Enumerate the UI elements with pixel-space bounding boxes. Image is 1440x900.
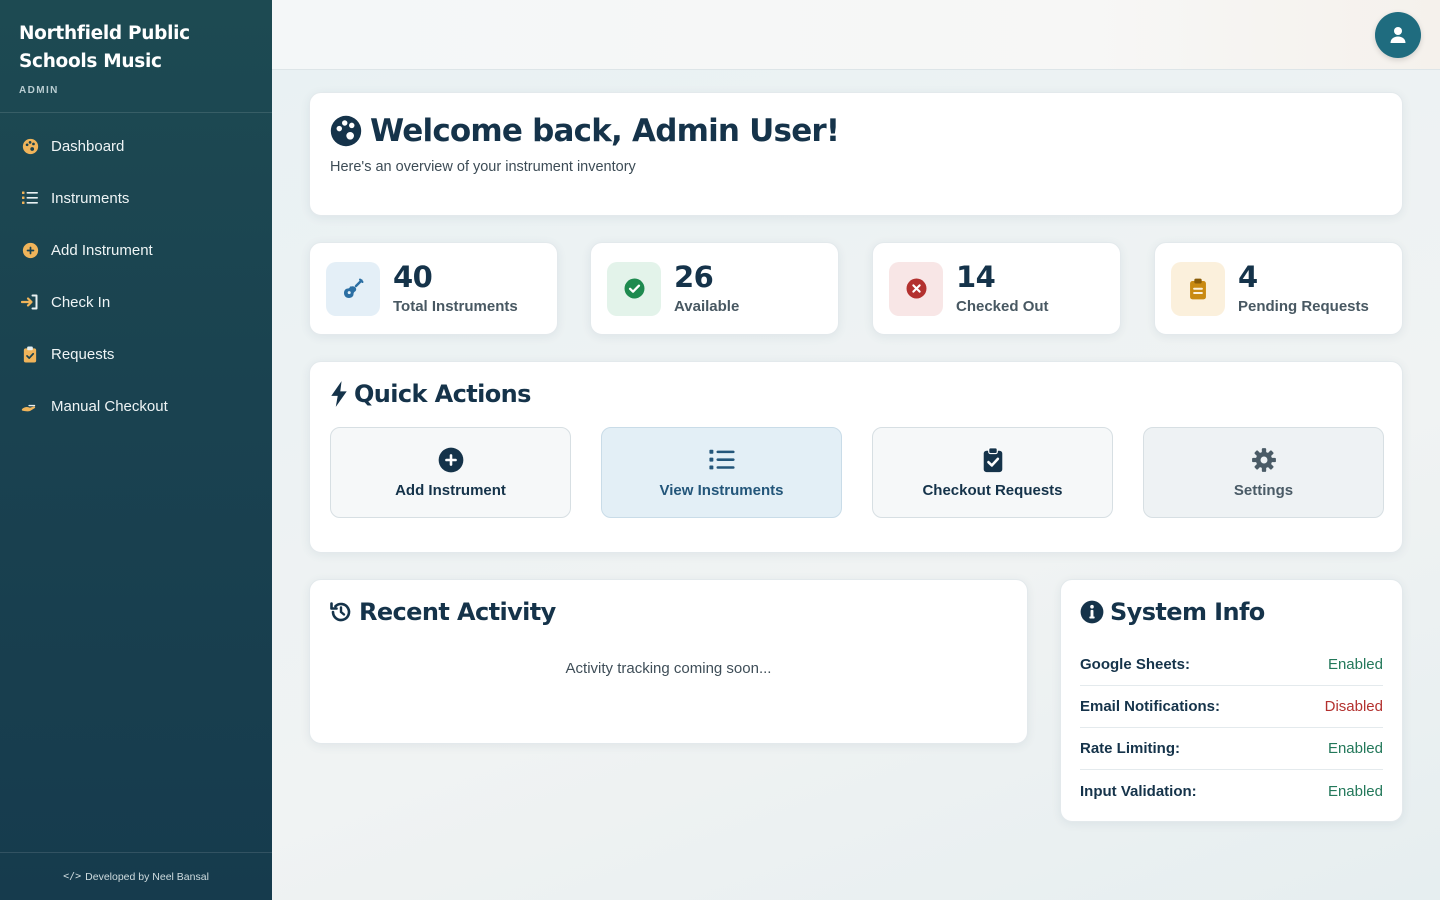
- sidebar-nav: Dashboard Instruments Add Instrument Che…: [0, 120, 272, 432]
- add-instrument-button[interactable]: Add Instrument: [330, 427, 571, 518]
- sidebar-item-label: Manual Checkout: [51, 397, 168, 415]
- sidebar-item-requests[interactable]: Requests: [0, 328, 272, 380]
- button-label: Add Instrument: [395, 481, 506, 499]
- page-title: Welcome back, Admin User!: [330, 113, 1382, 149]
- clipboard-check-icon: [21, 345, 39, 363]
- stat-value: 14: [956, 260, 996, 294]
- sidebar-item-label: Add Instrument: [51, 241, 153, 259]
- info-key: Rate Limiting:: [1080, 740, 1180, 757]
- section-title-text: Quick Actions: [354, 380, 531, 408]
- stat-card-checked-out: 14 Checked Out: [872, 242, 1121, 335]
- quick-actions-row: Add Instrument View Instruments Checkout…: [330, 427, 1384, 518]
- sidebar-item-check-in[interactable]: Check In: [0, 276, 272, 328]
- info-row-email-notifications: Email Notifications: Disabled: [1080, 686, 1383, 728]
- palette-icon: [330, 115, 362, 147]
- button-label: Checkout Requests: [922, 481, 1063, 499]
- info-row-input-validation: Input Validation: Enabled: [1080, 770, 1383, 812]
- stat-card-pending-requests: 4 Pending Requests: [1154, 242, 1403, 335]
- welcome-title: Welcome back, Admin User!: [370, 113, 840, 149]
- role-label: ADMIN: [19, 85, 59, 96]
- code-icon: </>: [63, 871, 82, 882]
- sidebar-footer: </> Developed by Neel Bansal: [0, 852, 272, 900]
- sidebar-item-instruments[interactable]: Instruments: [0, 172, 272, 224]
- stat-card-total: 40 Total Instruments: [309, 242, 558, 335]
- checkout-requests-button[interactable]: Checkout Requests: [872, 427, 1113, 518]
- status-value: Enabled: [1327, 656, 1383, 673]
- check-circle-icon: [607, 261, 661, 316]
- stat-body: 26 Available: [674, 262, 739, 315]
- developer-credit: Developed by Neel Bansal: [85, 870, 209, 883]
- palette-icon: [21, 137, 39, 155]
- brand-title[interactable]: Northfield Public Schools Music: [19, 20, 219, 76]
- info-row-rate-limiting: Rate Limiting: Enabled: [1080, 728, 1383, 770]
- sidebar-item-label: Dashboard: [51, 137, 125, 155]
- stat-card-available: 26 Available: [590, 242, 839, 335]
- button-label: Settings: [1233, 481, 1294, 499]
- system-info-card: System Info Google Sheets: Enabled Email…: [1060, 579, 1403, 822]
- stat-body: 4 Pending Requests: [1238, 262, 1369, 315]
- section-title-text: Recent Activity: [359, 598, 556, 626]
- stat-label: Total Instruments: [393, 298, 518, 315]
- info-row-google-sheets: Google Sheets: Enabled: [1080, 644, 1383, 686]
- sidebar-item-manual-checkout[interactable]: Manual Checkout: [0, 380, 272, 432]
- welcome-card: Welcome back, Admin User! Here's an over…: [309, 92, 1403, 216]
- stat-label: Checked Out: [956, 298, 1049, 315]
- status-value: Enabled: [1327, 740, 1383, 757]
- user-icon: [1390, 26, 1406, 44]
- list-icon: [708, 447, 735, 473]
- clipboard-icon: [1171, 261, 1225, 316]
- guitar-icon: [326, 261, 380, 316]
- history-icon: [329, 600, 353, 624]
- stat-body: 14 Checked Out: [956, 262, 1049, 315]
- info-circle-icon: [1080, 600, 1104, 624]
- stat-value: 4: [1238, 260, 1258, 294]
- empty-state-text: Activity tracking coming soon...: [565, 660, 772, 677]
- sign-in-icon: [21, 293, 39, 311]
- list-icon: [21, 189, 39, 207]
- quick-actions-title: Quick Actions: [330, 380, 1382, 408]
- top-bar: [272, 0, 1440, 70]
- sidebar-item-add-instrument[interactable]: Add Instrument: [0, 224, 272, 276]
- plus-circle-icon: [21, 241, 39, 259]
- gear-icon: [1251, 447, 1277, 473]
- plus-circle-icon: [438, 447, 464, 473]
- info-key: Email Notifications:: [1080, 698, 1221, 715]
- section-title-text: System Info: [1110, 598, 1265, 626]
- sidebar: Northfield Public Schools Music ADMIN Da…: [0, 0, 272, 900]
- bolt-icon: [330, 381, 348, 407]
- info-key: Google Sheets:: [1080, 656, 1191, 673]
- recent-activity-card: Recent Activity Activity tracking coming…: [309, 579, 1028, 744]
- system-info-list: Google Sheets: Enabled Email Notificatio…: [1080, 644, 1383, 812]
- sidebar-item-label: Requests: [51, 345, 115, 363]
- settings-button[interactable]: Settings: [1143, 427, 1384, 518]
- recent-activity-title: Recent Activity: [329, 598, 1008, 626]
- user-avatar-button[interactable]: [1375, 12, 1421, 58]
- system-info-title: System Info: [1080, 598, 1383, 626]
- info-key: Input Validation:: [1080, 782, 1197, 800]
- sidebar-item-label: Instruments: [51, 189, 130, 207]
- welcome-subtitle: Here's an overview of your instrument in…: [330, 159, 636, 175]
- button-label: View Instruments: [659, 481, 784, 499]
- stat-body: 40 Total Instruments: [393, 262, 518, 315]
- sidebar-item-dashboard[interactable]: Dashboard: [0, 120, 272, 172]
- hand-holding-icon: [21, 397, 39, 415]
- brand: Northfield Public Schools Music ADMIN: [0, 0, 272, 113]
- quick-actions-card: Quick Actions Add Instrument View Instru…: [309, 361, 1403, 553]
- main-content: Welcome back, Admin User! Here's an over…: [272, 70, 1440, 900]
- sidebar-item-label: Check In: [51, 293, 111, 311]
- view-instruments-button[interactable]: View Instruments: [601, 427, 842, 518]
- stat-label: Pending Requests: [1238, 298, 1369, 315]
- stat-label: Available: [674, 298, 740, 315]
- clipboard-check-icon: [983, 446, 1003, 473]
- stat-value: 40: [393, 260, 433, 294]
- status-value: Enabled: [1327, 782, 1383, 800]
- times-circle-icon: [889, 261, 943, 316]
- stat-value: 26: [674, 260, 714, 294]
- status-value: Disabled: [1324, 698, 1383, 715]
